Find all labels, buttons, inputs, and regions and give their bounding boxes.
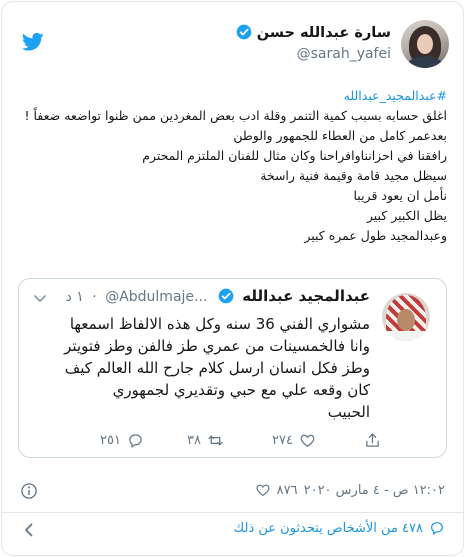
- footer: ٤٧٨ من الأشخاص يتحدثون عن ذلك: [2, 516, 463, 544]
- quoted-author-avatar[interactable]: [382, 293, 430, 341]
- divider: [2, 512, 463, 513]
- speech-bubble-icon: [431, 522, 443, 535]
- quoted-actions: ٢٥١ ٣٨ ٢٧٤: [22, 430, 443, 450]
- retweet-count: ٣٨: [187, 432, 201, 448]
- quoted-line: كان وقعه علي مع حبي وتقديري لجمهوري: [112, 381, 370, 399]
- author-name[interactable]: سارة عبدالله حسن: [257, 25, 391, 41]
- quoted-line: وانا فالخمسينات من عمري طز فالفن وطز فتو…: [64, 337, 370, 355]
- reply-button[interactable]: ٢٥١: [100, 430, 144, 450]
- tweet-line: بعدعمر كامل من العطاء للجمهور والوطن: [233, 128, 447, 143]
- tweet-line: سيظل مجيد قامة وقيمة فنية راسخة: [260, 168, 447, 183]
- chevron-down-icon[interactable]: [33, 291, 47, 305]
- like-count[interactable]: ٨٧٦: [277, 483, 298, 498]
- separator-dot: ·: [92, 289, 97, 305]
- hashtag-link[interactable]: #عبدالمجيد_عبدالله: [18, 86, 447, 106]
- tweet-line: اغلق حسابه بسبب كمية التنمر وقلة ادب بعض…: [24, 108, 447, 123]
- info-icon[interactable]: [20, 482, 38, 500]
- tweet-line: رافقنا في احزانناوافراحنا وكان مثال للفن…: [142, 148, 447, 163]
- like-button[interactable]: ٢٧٤: [272, 430, 316, 450]
- tweet-body: #عبدالمجيد_عبدالله اغلق حسابه بسبب كمية …: [18, 86, 447, 246]
- retweet-button[interactable]: ٣٨: [187, 430, 224, 450]
- author-name-row[interactable]: سارة عبدالله حسن: [232, 24, 391, 41]
- quoted-timestamp[interactable]: ١ د: [66, 289, 84, 305]
- quoted-line: وطز فكل انسان ارسل كلام جارح الله العالم…: [64, 359, 370, 377]
- tweet-line: وعبدالمجيد طول عمره كبير: [304, 228, 447, 243]
- verified-badge-icon: [236, 24, 251, 40]
- like-count: ٢٧٤: [272, 432, 293, 448]
- tweet-line: نأمل ان يعود قريبا: [353, 188, 448, 203]
- author-avatar[interactable]: [401, 20, 449, 68]
- tweet-meta: ١٢:٠٢ ص - ٤ مارس ٢٠٢٠ ٨٧٦: [20, 480, 445, 502]
- author-handle[interactable]: @sarah_yafei: [297, 46, 391, 62]
- conversation-link[interactable]: ٤٧٨ من الأشخاص يتحدثون عن ذلك: [234, 520, 445, 536]
- reply-count: ٢٥١: [100, 432, 121, 448]
- quoted-header: عبدالمجيد عبدالله @Abdulmaje... · ١ د: [66, 287, 370, 305]
- quoted-line: مشواري الفني 36 سنه وكل هذه الالفاظ اسمع…: [69, 315, 370, 333]
- tweet-header: سارة عبدالله حسن @sarah_yafei: [2, 20, 463, 70]
- share-button[interactable]: [364, 430, 381, 450]
- heart-icon[interactable]: [255, 482, 271, 498]
- meta-details: ١٢:٠٢ ص - ٤ مارس ٢٠٢٠ ٨٧٦: [255, 482, 445, 498]
- twitter-bird-icon[interactable]: [22, 32, 44, 52]
- retweet-icon: [208, 435, 223, 445]
- embedded-tweet-card: سارة عبدالله حسن @sarah_yafei #عبدالمجيد…: [1, 1, 464, 556]
- tweet-line: يظل الكبير كبير: [366, 208, 447, 223]
- verified-badge-icon: [218, 288, 234, 304]
- quoted-body: مشواري الفني 36 سنه وكل هذه الالفاظ اسمع…: [31, 313, 370, 423]
- conversation-link-text[interactable]: ٤٧٨ من الأشخاص يتحدثون عن ذلك: [234, 521, 423, 536]
- like-icon: [300, 434, 315, 447]
- share-icon: [366, 432, 379, 447]
- chevron-left-icon[interactable]: [22, 522, 36, 538]
- quoted-author-handle[interactable]: @Abdulmaje...: [105, 289, 207, 305]
- quoted-author-name[interactable]: عبدالمجيد عبدالله: [242, 287, 370, 305]
- timestamp[interactable]: ١٢:٠٢ ص - ٤ مارس ٢٠٢٠: [304, 483, 445, 498]
- reply-icon: [129, 433, 142, 448]
- quoted-line: الحبيب: [327, 403, 370, 421]
